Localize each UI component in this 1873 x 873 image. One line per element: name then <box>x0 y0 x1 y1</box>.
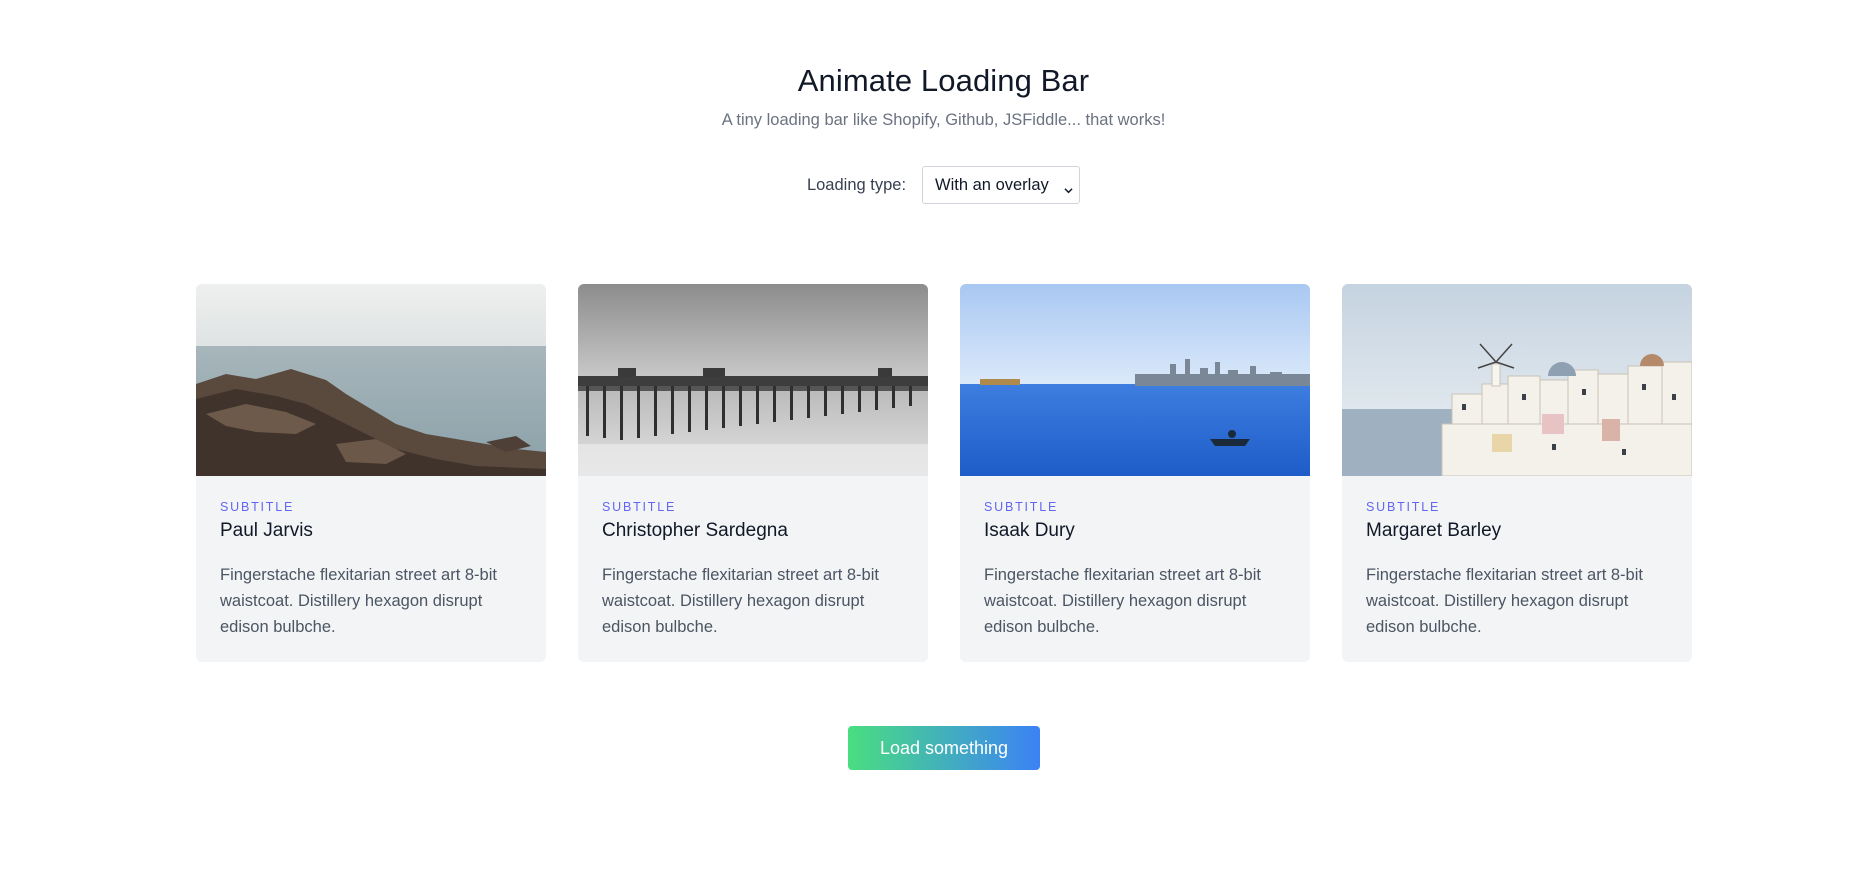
load-something-button[interactable]: Load something <box>848 726 1040 770</box>
card-description: Fingerstache flexitarian street art 8-bi… <box>220 566 497 636</box>
page-title: Animate Loading Bar <box>797 63 1090 98</box>
card-title: Christopher Sardegna <box>602 520 788 541</box>
card-subtitle: SUBTITLE <box>220 500 295 514</box>
card-subtitle: SUBTITLE <box>984 500 1059 514</box>
card-title: Margaret Barley <box>1366 520 1502 541</box>
card-description: Fingerstache flexitarian street art 8-bi… <box>984 566 1261 636</box>
card-grid: SUBTITLE Paul Jarvis Fingerstache flexit… <box>196 284 1692 662</box>
rocky-shore-photo <box>196 284 546 476</box>
card: SUBTITLE Christopher Sardegna Fingerstac… <box>578 284 928 662</box>
loading-type-selected-value: With an overlay <box>935 175 1049 194</box>
loading-type-select[interactable]: With an overlay <box>922 166 1081 204</box>
chevron-down-icon <box>1064 181 1073 193</box>
santorini-photo <box>1342 284 1692 476</box>
card: SUBTITLE Isaak Dury Fingerstache flexita… <box>960 284 1310 662</box>
card-description: Fingerstache flexitarian street art 8-bi… <box>1366 566 1643 636</box>
loading-type-control: Loading type: With an overlay <box>0 166 1873 204</box>
loading-type-label: Loading type: <box>806 175 907 194</box>
card-subtitle: SUBTITLE <box>1366 500 1441 514</box>
card: SUBTITLE Paul Jarvis Fingerstache flexit… <box>196 284 546 662</box>
card-subtitle: SUBTITLE <box>602 500 677 514</box>
card: SUBTITLE Margaret Barley Fingerstache fl… <box>1342 284 1692 662</box>
pier-photo <box>578 284 928 476</box>
card-title: Paul Jarvis <box>220 520 313 541</box>
page-subtitle: A tiny loading bar like Shopify, Github,… <box>721 111 1166 129</box>
card-title: Isaak Dury <box>984 520 1075 541</box>
bay-city-photo <box>960 284 1310 476</box>
card-description: Fingerstache flexitarian street art 8-bi… <box>602 566 879 636</box>
